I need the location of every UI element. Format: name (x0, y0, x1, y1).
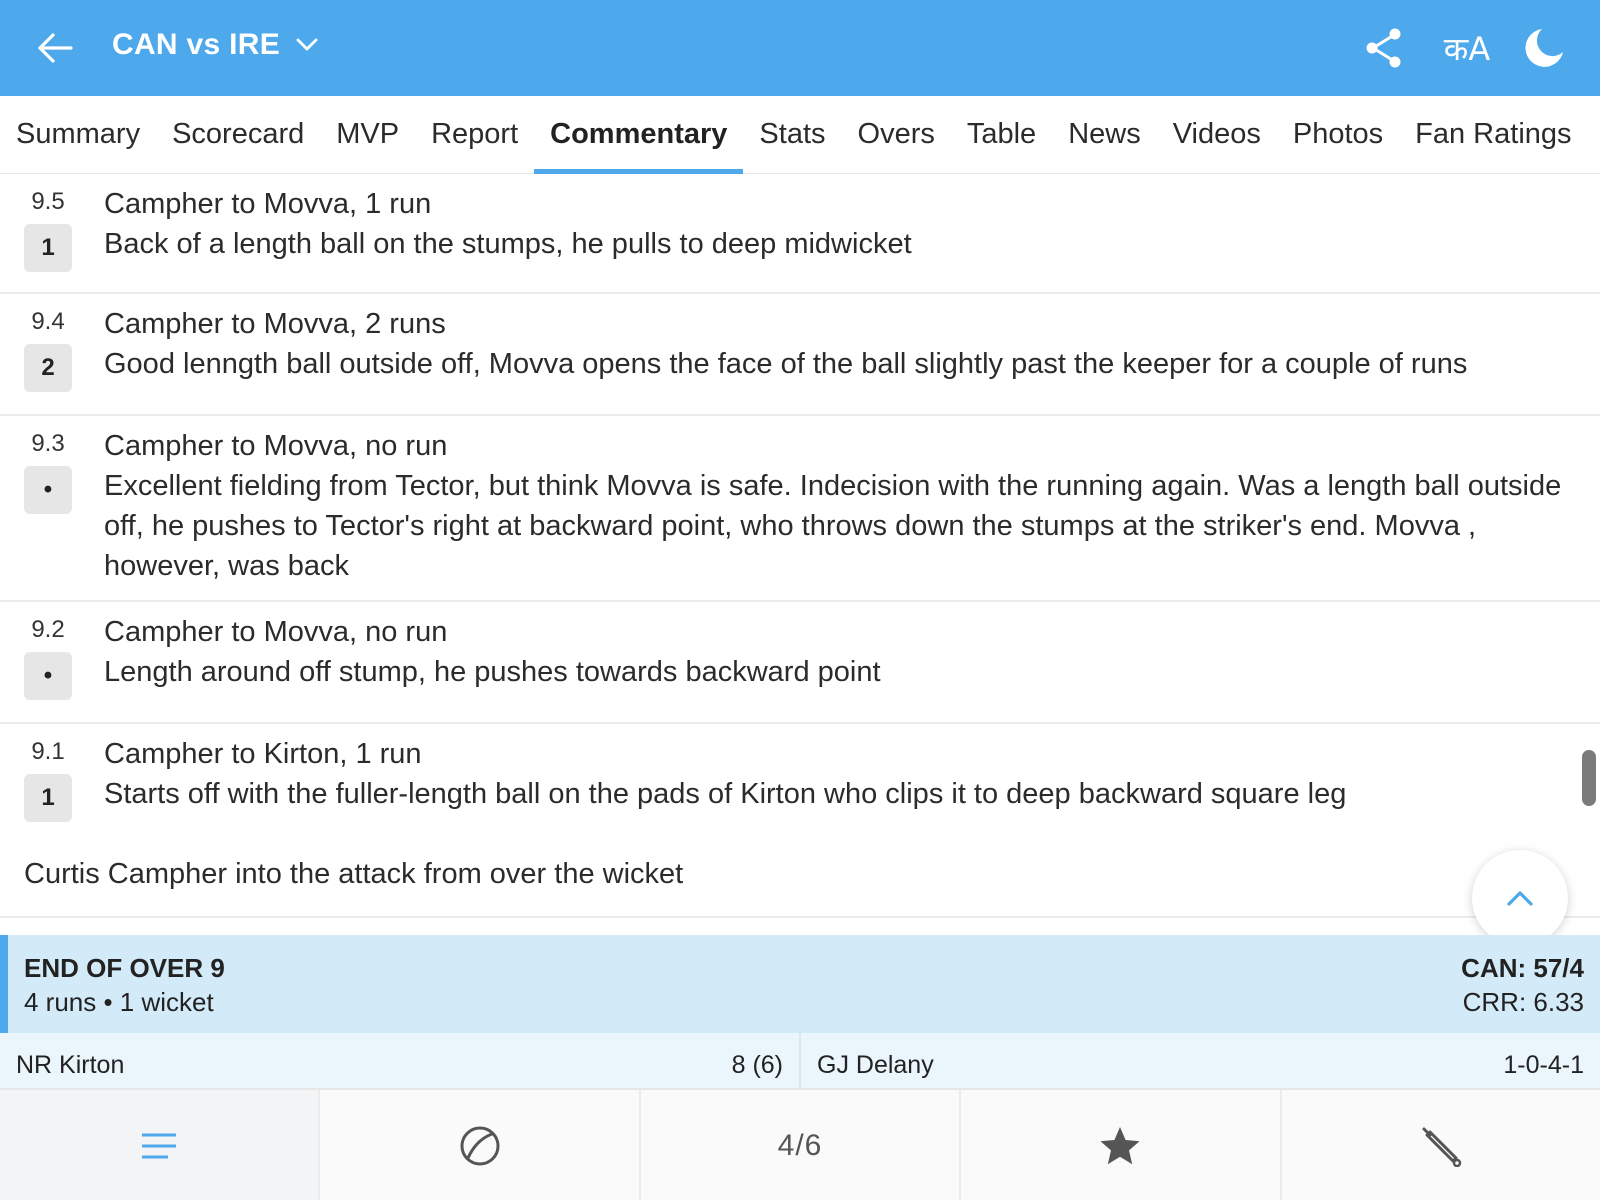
ball-result-badge: • (24, 652, 72, 700)
end-of-over-summary: 4 runs • 1 wicket (24, 987, 214, 1017)
tab-scorecard[interactable]: Scorecard (156, 96, 320, 174)
commentary-headline: Campher to Movva, 2 runs (104, 308, 446, 340)
tab-table[interactable]: Table (951, 96, 1052, 174)
commentary-item: 9.3 • Campher to Movva, no run Excellent… (0, 416, 1600, 602)
nav-favourites[interactable] (959, 1090, 1280, 1200)
arrow-left-icon (38, 33, 73, 63)
share-button[interactable] (1362, 26, 1406, 70)
match-selector[interactable]: CAN vs IRE (112, 28, 318, 62)
language-label: कA (1443, 29, 1491, 68)
nav-bat[interactable] (1279, 1090, 1600, 1200)
share-icon (1366, 28, 1401, 68)
commentary-headline: Campher to Movva, 1 run (104, 188, 432, 220)
bottom-nav: 4/6 (0, 1088, 1600, 1200)
tab-label: Table (966, 118, 1037, 150)
over-number: 9.3 (31, 430, 65, 457)
tab-label: Overs (857, 118, 935, 150)
bowler-figures: 1-0-4-1 (1503, 1051, 1584, 1079)
batter-score: 8 (6) (731, 1051, 783, 1079)
language-button[interactable]: कA (1436, 26, 1498, 70)
nav-ball[interactable] (318, 1090, 639, 1200)
app-header: CAN vs IRE कA (0, 0, 1600, 96)
current-run-rate: CRR: 6.33 (1462, 987, 1584, 1017)
bowler-stat: GJ Delany 1-0-4-1 (799, 1033, 1600, 1089)
commentary-text: Starts off with the fuller-length ball o… (104, 778, 1347, 810)
tab-label: Commentary (550, 118, 728, 150)
commentary-text: Good lenngth ball outside off, Movva ope… (104, 348, 1468, 380)
match-title: CAN vs IRE (112, 28, 281, 61)
batter-stat: NR Kirton 8 (6) (0, 1033, 799, 1089)
commentary-text: Excellent fielding from Tector, but thin… (104, 470, 1562, 582)
commentary-headline: Campher to Kirton, 1 run (104, 738, 422, 770)
tab-mvp[interactable]: MVP (320, 96, 415, 174)
commentary-item: 9.5 1 Campher to Movva, 1 run Back of a … (0, 174, 1600, 294)
tab-overs[interactable]: Overs (842, 96, 951, 174)
over-number: 9.5 (31, 188, 65, 215)
chevron-down-icon (296, 38, 318, 51)
dark-mode-toggle[interactable] (1522, 26, 1566, 70)
commentary-item: 9.4 2 Campher to Movva, 2 runs Good lenn… (0, 294, 1600, 416)
commentary-text: Length around off stump, he pushes towar… (104, 656, 881, 688)
tab-label: News (1068, 118, 1141, 150)
over-number: 9.4 (31, 308, 65, 335)
commentary-item: 9.1 1 Campher to Kirton, 1 run Starts of… (0, 724, 1600, 844)
tab-summary[interactable]: Summary (0, 96, 156, 174)
ball-result-badge: 1 (24, 774, 72, 822)
tab-label: Scorecard (172, 118, 305, 150)
moon-icon (1525, 29, 1563, 67)
commentary-headline: Campher to Movva, no run (104, 616, 448, 648)
tab-label: Videos (1172, 118, 1261, 150)
tab-label: MVP (336, 118, 400, 150)
tab-report[interactable]: Report (415, 96, 534, 174)
player-stats-row: NR Kirton 8 (6) GJ Delany 1-0-4-1 (0, 1033, 1600, 1089)
team-score: CAN: 57/4 (1461, 953, 1584, 983)
commentary-text: Back of a length ball on the stumps, he … (104, 228, 912, 260)
end-of-over-panel: END OF OVER 9 4 runs • 1 wicket CAN: 57/… (0, 935, 1600, 1033)
commentary-item: 9.2 • Campher to Movva, no run Length ar… (0, 602, 1600, 724)
over-number: 9.1 (31, 738, 65, 765)
tab-photos[interactable]: Photos (1277, 96, 1399, 174)
batter-name: NR Kirton (16, 1051, 125, 1079)
cricket-bat-icon (1422, 1127, 1462, 1167)
commentary-feed: 9.5 1 Campher to Movva, 1 run Back of a … (0, 174, 1600, 844)
ball-result-badge: 1 (24, 224, 72, 272)
scroll-to-top-button[interactable] (1472, 850, 1568, 946)
ball-result-badge: • (24, 466, 72, 514)
divider (0, 916, 1600, 918)
page-indicator: 4/6 (777, 1129, 823, 1162)
cricket-ball-icon (460, 1126, 500, 1166)
tab-fan-ratings[interactable]: Fan Ratings (1399, 96, 1587, 174)
tab-label: Photos (1292, 118, 1384, 150)
tab-bar: Summary Scorecard MVP Report Commentary … (0, 96, 1600, 174)
nav-menu[interactable] (0, 1090, 319, 1200)
ball-result-badge: 2 (24, 344, 72, 392)
back-button[interactable] (34, 28, 76, 68)
tab-stats[interactable]: Stats (743, 96, 841, 174)
tab-label: Stats (759, 118, 826, 150)
nav-page-indicator[interactable]: 4/6 (638, 1090, 960, 1200)
tab-label: Summary (16, 118, 141, 150)
commentary-note: Curtis Campher into the attack from over… (24, 858, 684, 890)
bowler-name: GJ Delany (817, 1051, 934, 1079)
tab-label: Fan Ratings (1415, 118, 1572, 150)
chevron-up-icon (1507, 891, 1533, 906)
end-of-over-title: END OF OVER 9 (24, 953, 225, 983)
menu-lines-icon (142, 1133, 177, 1159)
scrollbar-thumb[interactable] (1582, 750, 1596, 806)
tab-label: Report (431, 118, 519, 150)
commentary-headline: Campher to Movva, no run (104, 430, 448, 462)
tab-commentary[interactable]: Commentary (534, 96, 744, 174)
over-number: 9.2 (31, 616, 65, 643)
star-icon (1100, 1127, 1141, 1165)
tab-news[interactable]: News (1052, 96, 1157, 174)
tab-videos[interactable]: Videos (1157, 96, 1277, 174)
